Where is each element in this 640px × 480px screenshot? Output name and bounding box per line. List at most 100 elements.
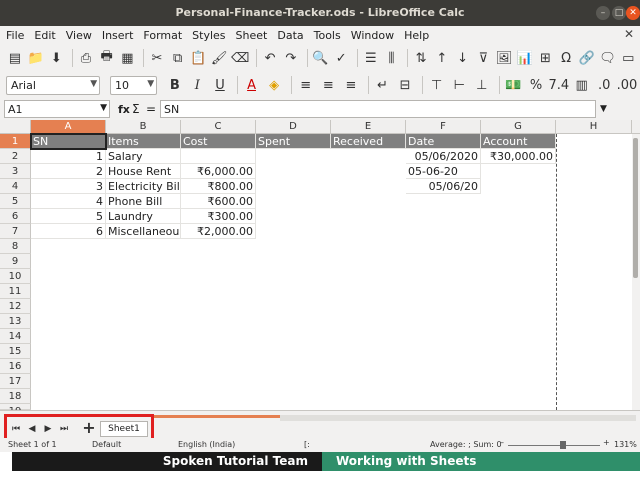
row-header[interactable]: 11	[0, 284, 31, 299]
zoom-in-icon[interactable]: +	[603, 438, 610, 447]
column-header-h[interactable]: H	[556, 120, 632, 134]
minimize-icon[interactable]: –	[596, 6, 610, 20]
row-header[interactable]: 12	[0, 299, 31, 314]
page-style[interactable]: Default	[92, 440, 121, 449]
first-sheet-icon[interactable]: ⏮	[10, 423, 22, 435]
last-sheet-icon[interactable]: ⏭	[58, 423, 70, 435]
align-top-icon[interactable]: ⊤	[427, 75, 447, 95]
row-header[interactable]: 13	[0, 314, 31, 329]
menu-help[interactable]: Help	[404, 29, 429, 42]
cell-f2[interactable]: 05/06/2020	[406, 149, 481, 164]
zoom-slider[interactable]	[508, 445, 600, 446]
pivot-table-icon[interactable]: ⊞	[537, 48, 555, 68]
open-folder-icon[interactable]: 📁	[27, 48, 45, 68]
currency-format-icon[interactable]: 💵	[504, 75, 524, 95]
align-right-icon[interactable]: ≡	[341, 75, 361, 95]
menu-data[interactable]: Data	[277, 29, 303, 42]
scrollbar-thumb[interactable]	[633, 138, 638, 278]
special-character-icon[interactable]: Ω	[557, 48, 575, 68]
vertical-scrollbar[interactable]	[632, 134, 640, 410]
menu-insert[interactable]: Insert	[102, 29, 134, 42]
cell-b2[interactable]: Salary	[106, 149, 181, 164]
font-size-combo[interactable]: 10 ▼	[109, 75, 158, 95]
italic-icon[interactable]: I	[188, 75, 208, 95]
zoom-level[interactable]: 131%	[614, 440, 637, 449]
spreadsheet-grid[interactable]: A B C D E F G H 1 2 3 4 5 6 7 8 9 10 11 …	[0, 120, 640, 410]
row-icon[interactable]: ☰	[362, 48, 380, 68]
new-document-icon[interactable]: ▤	[6, 48, 24, 68]
save-icon[interactable]: ⬇	[47, 48, 65, 68]
column-header-f[interactable]: F	[406, 120, 481, 134]
maximize-icon[interactable]: □	[612, 6, 626, 20]
row-header[interactable]: 15	[0, 344, 31, 359]
horizontal-scrollbar[interactable]	[280, 415, 636, 421]
menu-format[interactable]: Format	[143, 29, 182, 42]
cut-icon[interactable]: ✂	[148, 48, 166, 68]
cell-b7[interactable]: Miscellaneous	[106, 224, 181, 239]
cell-a7[interactable]: 6	[31, 224, 106, 239]
cell-c5[interactable]: ₹600.00	[181, 194, 256, 209]
spelling-icon[interactable]: ✓	[332, 48, 350, 68]
close-icon[interactable]: ✕	[626, 6, 640, 20]
cell-a1[interactable]: SN	[31, 134, 106, 149]
cell-e1[interactable]: Received	[331, 134, 406, 149]
menu-file[interactable]: File	[6, 29, 24, 42]
column-header-b[interactable]: B	[106, 120, 181, 134]
cell-b6[interactable]: Laundry	[106, 209, 181, 224]
print-preview-icon[interactable]: ▦	[118, 48, 136, 68]
row-header[interactable]: 8	[0, 239, 31, 254]
cell-c2[interactable]	[181, 149, 256, 164]
add-sheet-button[interactable]: +	[82, 420, 96, 436]
menu-styles[interactable]: Styles	[192, 29, 225, 42]
bold-icon[interactable]: B	[165, 75, 185, 95]
select-all-corner[interactable]	[0, 120, 31, 134]
cell-g2[interactable]: ₹30,000.00	[481, 149, 556, 164]
find-replace-icon[interactable]: 🔍	[312, 48, 330, 68]
sum-icon[interactable]: Σ	[132, 102, 146, 116]
column-icon[interactable]: ⫼	[383, 48, 401, 68]
column-header-g[interactable]: G	[481, 120, 556, 134]
previous-sheet-icon[interactable]: ◀	[26, 423, 38, 435]
comment-icon[interactable]: 🗨	[599, 48, 617, 68]
menu-tools[interactable]: Tools	[314, 29, 341, 42]
cell-a5[interactable]: 4	[31, 194, 106, 209]
name-box[interactable]: A1 ▼	[4, 100, 110, 118]
menu-sheet[interactable]: Sheet	[236, 29, 268, 42]
sort-icon[interactable]: ⇅	[412, 48, 430, 68]
row-header[interactable]: 17	[0, 374, 31, 389]
row-header[interactable]: 9	[0, 254, 31, 269]
row-header[interactable]: 18	[0, 389, 31, 404]
column-header-d[interactable]: D	[256, 120, 331, 134]
wrap-text-icon[interactable]: ↵	[373, 75, 393, 95]
print-icon[interactable]: 🖶	[98, 48, 116, 68]
menu-view[interactable]: View	[66, 29, 92, 42]
cell-f1[interactable]: Date	[406, 134, 481, 149]
row-header[interactable]: 5	[0, 194, 31, 209]
column-header-c[interactable]: C	[181, 120, 256, 134]
cell-c7[interactable]: ₹2,000.00	[181, 224, 256, 239]
cell-f3[interactable]: 05-06-20	[406, 164, 481, 179]
cell-f4[interactable]: 05/06/20	[406, 179, 481, 194]
row-header[interactable]: 1	[0, 134, 31, 149]
column-header-a[interactable]: A	[31, 120, 106, 134]
formula-icon[interactable]: =	[146, 102, 160, 116]
copy-icon[interactable]: ⧉	[169, 48, 187, 68]
menu-edit[interactable]: Edit	[34, 29, 55, 42]
cell-a3[interactable]: 2	[31, 164, 106, 179]
cell-d1[interactable]: Spent	[256, 134, 331, 149]
language[interactable]: English (India)	[178, 440, 235, 449]
cell-c1[interactable]: Cost	[181, 134, 256, 149]
cell-a6[interactable]: 5	[31, 209, 106, 224]
row-header[interactable]: 14	[0, 329, 31, 344]
sort-ascending-icon[interactable]: ↑	[433, 48, 451, 68]
row-header[interactable]: 6	[0, 209, 31, 224]
delete-decimal-icon[interactable]: .00	[617, 75, 638, 95]
clone-formatting-icon[interactable]: 🖌	[210, 48, 228, 68]
sheet-tab-sheet1[interactable]: Sheet1	[100, 421, 148, 437]
autofilter-icon[interactable]: ⊽	[474, 48, 492, 68]
row-header[interactable]: 3	[0, 164, 31, 179]
percent-format-icon[interactable]: %	[526, 75, 546, 95]
font-name-combo[interactable]: Arial ▼	[6, 75, 101, 95]
sort-descending-icon[interactable]: ↓	[454, 48, 472, 68]
row-header[interactable]: 4	[0, 179, 31, 194]
